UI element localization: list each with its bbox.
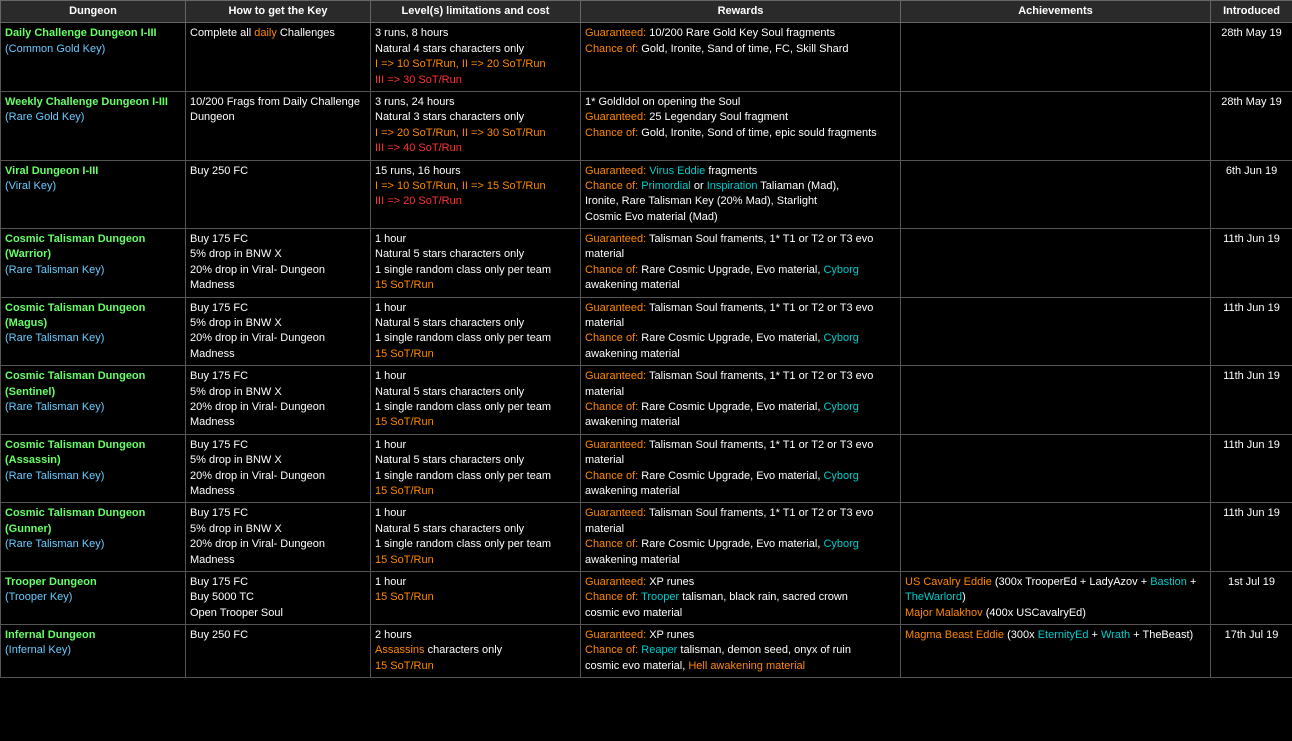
level-trooper: 1 hour15 SoT/Run [371, 571, 581, 624]
level-cosmic-sentinel: 1 hourNatural 5 stars characters only1 s… [371, 366, 581, 435]
key-method-cosmic-assassin: Buy 175 FC5% drop in BNW X20% drop in Vi… [186, 434, 371, 503]
rewards-daily: Guaranteed: 10/200 Rare Gold Key Soul fr… [581, 23, 901, 92]
col-header-key: How to get the Key [186, 1, 371, 23]
table-row-weekly: Weekly Challenge Dungeon I-III(Rare Gold… [1, 91, 1292, 160]
key-method-weekly: 10/200 Frags from Daily Challenge Dungeo… [186, 91, 371, 160]
level-cosmic-warrior: 1 hourNatural 5 stars characters only1 s… [371, 229, 581, 298]
col-header-rewards: Rewards [581, 1, 901, 23]
rewards-cosmic-gunner: Guaranteed: Talisman Soul framents, 1* T… [581, 503, 901, 572]
table-row-cosmic-gunner: Cosmic Talisman Dungeon (Gunner)(Rare Ta… [1, 503, 1292, 572]
table-row-cosmic-warrior: Cosmic Talisman Dungeon (Warrior)(Rare T… [1, 229, 1292, 298]
rewards-trooper: Guaranteed: XP runesChance of: Trooper t… [581, 571, 901, 624]
level-weekly: 3 runs, 24 hoursNatural 3 stars characte… [371, 91, 581, 160]
dungeon-name-infernal: Infernal Dungeon(Infernal Key) [1, 625, 186, 678]
level-infernal: 2 hoursAssassins characters only15 SoT/R… [371, 625, 581, 678]
key-method-viral: Buy 250 FC [186, 160, 371, 229]
dungeon-name-viral: Viral Dungeon I-III(Viral Key) [1, 160, 186, 229]
achievements-viral [901, 160, 1211, 229]
achievements-cosmic-magus [901, 297, 1211, 366]
level-viral: 15 runs, 16 hoursI => 10 SoT/Run, II => … [371, 160, 581, 229]
achievements-cosmic-assassin [901, 434, 1211, 503]
key-method-daily: Complete all daily Challenges [186, 23, 371, 92]
rewards-cosmic-sentinel: Guaranteed: Talisman Soul framents, 1* T… [581, 366, 901, 435]
table-row-cosmic-magus: Cosmic Talisman Dungeon (Magus)(Rare Tal… [1, 297, 1292, 366]
col-header-dungeon: Dungeon [1, 1, 186, 23]
table-header: Dungeon How to get the Key Level(s) limi… [1, 1, 1292, 23]
introduced-infernal: 17th Jul 19 [1211, 625, 1292, 678]
achievements-daily [901, 23, 1211, 92]
rewards-weekly: 1* GoldIdol on opening the SoulGuarantee… [581, 91, 901, 160]
key-method-cosmic-sentinel: Buy 175 FC5% drop in BNW X20% drop in Vi… [186, 366, 371, 435]
col-header-introduced: Introduced [1211, 1, 1292, 23]
dungeon-name-weekly: Weekly Challenge Dungeon I-III(Rare Gold… [1, 91, 186, 160]
introduced-cosmic-warrior: 11th Jun 19 [1211, 229, 1292, 298]
rewards-infernal: Guaranteed: XP runesChance of: Reaper ta… [581, 625, 901, 678]
table-row-cosmic-assassin: Cosmic Talisman Dungeon (Assassin)(Rare … [1, 434, 1292, 503]
introduced-cosmic-assassin: 11th Jun 19 [1211, 434, 1292, 503]
key-method-cosmic-warrior: Buy 175 FC5% drop in BNW X20% drop in Vi… [186, 229, 371, 298]
table-row-viral: Viral Dungeon I-III(Viral Key)Buy 250 FC… [1, 160, 1292, 229]
table-row-trooper: Trooper Dungeon(Trooper Key)Buy 175 FCBu… [1, 571, 1292, 624]
achievements-trooper: US Cavalry Eddie (300x TrooperEd + LadyA… [901, 571, 1211, 624]
dungeon-name-cosmic-assassin: Cosmic Talisman Dungeon (Assassin)(Rare … [1, 434, 186, 503]
introduced-weekly: 28th May 19 [1211, 91, 1292, 160]
dungeon-name-cosmic-magus: Cosmic Talisman Dungeon (Magus)(Rare Tal… [1, 297, 186, 366]
col-header-achievements: Achievements [901, 1, 1211, 23]
dungeon-name-cosmic-warrior: Cosmic Talisman Dungeon (Warrior)(Rare T… [1, 229, 186, 298]
achievements-cosmic-sentinel [901, 366, 1211, 435]
table-row-infernal: Infernal Dungeon(Infernal Key)Buy 250 FC… [1, 625, 1292, 678]
dungeon-name-trooper: Trooper Dungeon(Trooper Key) [1, 571, 186, 624]
key-method-trooper: Buy 175 FCBuy 5000 TCOpen Trooper Soul [186, 571, 371, 624]
rewards-cosmic-magus: Guaranteed: Talisman Soul framents, 1* T… [581, 297, 901, 366]
table-row-cosmic-sentinel: Cosmic Talisman Dungeon (Sentinel)(Rare … [1, 366, 1292, 435]
level-daily: 3 runs, 8 hoursNatural 4 stars character… [371, 23, 581, 92]
introduced-viral: 6th Jun 19 [1211, 160, 1292, 229]
rewards-cosmic-warrior: Guaranteed: Talisman Soul framents, 1* T… [581, 229, 901, 298]
rewards-viral: Guaranteed: Virus Eddie fragmentsChance … [581, 160, 901, 229]
achievements-infernal: Magma Beast Eddie (300x EternityEd + Wra… [901, 625, 1211, 678]
level-cosmic-gunner: 1 hourNatural 5 stars characters only1 s… [371, 503, 581, 572]
level-cosmic-assassin: 1 hourNatural 5 stars characters only1 s… [371, 434, 581, 503]
dungeon-name-cosmic-sentinel: Cosmic Talisman Dungeon (Sentinel)(Rare … [1, 366, 186, 435]
achievements-weekly [901, 91, 1211, 160]
introduced-daily: 28th May 19 [1211, 23, 1292, 92]
introduced-cosmic-gunner: 11th Jun 19 [1211, 503, 1292, 572]
table-row-daily: Daily Challenge Dungeon I-III(Common Gol… [1, 23, 1292, 92]
dungeon-name-cosmic-gunner: Cosmic Talisman Dungeon (Gunner)(Rare Ta… [1, 503, 186, 572]
key-method-cosmic-gunner: Buy 175 FC5% drop in BNW X20% drop in Vi… [186, 503, 371, 572]
achievements-cosmic-gunner [901, 503, 1211, 572]
achievements-cosmic-warrior [901, 229, 1211, 298]
dungeon-name-daily: Daily Challenge Dungeon I-III(Common Gol… [1, 23, 186, 92]
introduced-cosmic-magus: 11th Jun 19 [1211, 297, 1292, 366]
key-method-infernal: Buy 250 FC [186, 625, 371, 678]
key-method-cosmic-magus: Buy 175 FC5% drop in BNW X20% drop in Vi… [186, 297, 371, 366]
rewards-cosmic-assassin: Guaranteed: Talisman Soul framents, 1* T… [581, 434, 901, 503]
introduced-cosmic-sentinel: 11th Jun 19 [1211, 366, 1292, 435]
dungeon-table: Dungeon How to get the Key Level(s) limi… [0, 0, 1292, 678]
col-header-level: Level(s) limitations and cost [371, 1, 581, 23]
level-cosmic-magus: 1 hourNatural 5 stars characters only1 s… [371, 297, 581, 366]
introduced-trooper: 1st Jul 19 [1211, 571, 1292, 624]
